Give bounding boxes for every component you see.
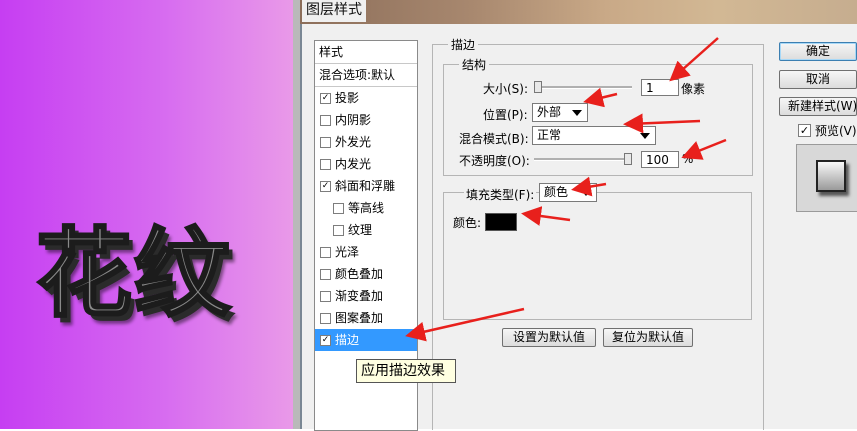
arrow-stroke-item <box>405 307 525 342</box>
arrow-opacity <box>681 138 727 160</box>
arrow-fill-type <box>571 176 607 197</box>
arrow-color <box>521 206 571 226</box>
arrow-blend-mode <box>623 113 701 134</box>
arrow-size <box>669 37 719 82</box>
arrow-position <box>583 87 618 108</box>
annotation-arrows <box>405 37 727 342</box>
